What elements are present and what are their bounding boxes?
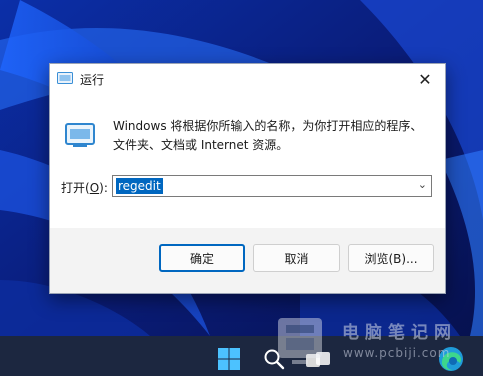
- close-icon: ✕: [418, 69, 432, 89]
- open-label-text: 打开: [61, 181, 86, 195]
- run-icon: [65, 123, 95, 147]
- browse-button[interactable]: 浏览(B)...: [348, 244, 434, 272]
- run-icon: [57, 72, 73, 84]
- open-combobox[interactable]: regedit ⌄: [112, 175, 432, 197]
- open-label: 打开(O):: [61, 181, 108, 195]
- dialog-description: Windows 将根据你所输入的名称，为你打开相应的程序、文件夹、文档或 Int…: [113, 119, 423, 152]
- close-button[interactable]: ✕: [405, 64, 445, 94]
- watermark-title: 电脑笔记网: [342, 323, 457, 343]
- open-label-suffix: ):: [99, 181, 108, 195]
- open-input-value[interactable]: regedit: [116, 178, 163, 194]
- title-bar[interactable]: 运行 ✕: [50, 64, 445, 94]
- dialog-content: Windows 将根据你所输入的名称，为你打开相应的程序、文件夹、文档或 Int…: [50, 94, 445, 228]
- chevron-down-icon[interactable]: ⌄: [418, 178, 427, 191]
- ok-button[interactable]: 确定: [159, 244, 245, 272]
- windows-start-icon[interactable]: [217, 347, 241, 371]
- open-label-accelerator: O: [89, 181, 100, 195]
- cancel-button[interactable]: 取消: [253, 244, 340, 272]
- watermark-url: www.pcbiji.com: [343, 346, 451, 360]
- window-title: 运行: [80, 73, 105, 87]
- run-dialog: 运行 ✕ Windows 将根据你所输入的名称，为你打开相应的程序、文件夹、文档…: [49, 63, 446, 294]
